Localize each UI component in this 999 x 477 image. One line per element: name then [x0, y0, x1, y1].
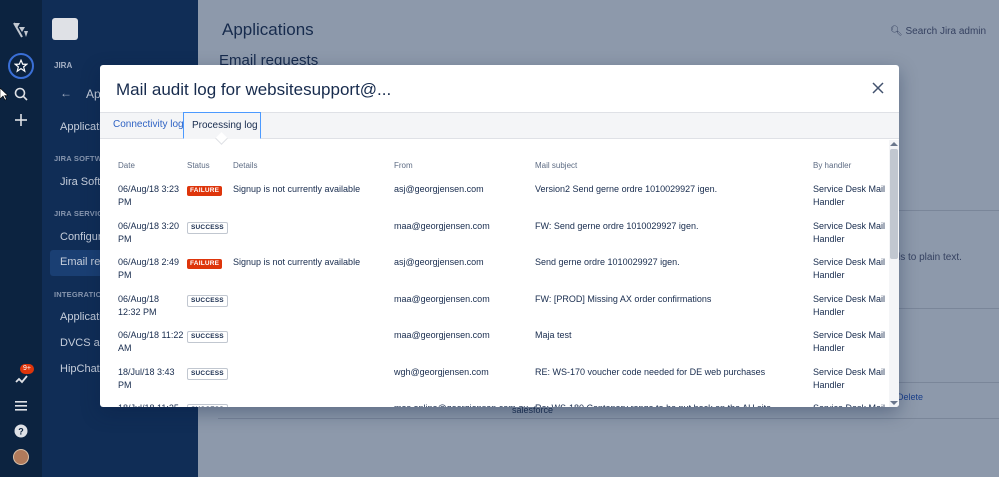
- help-icon[interactable]: ?: [0, 421, 42, 441]
- status-badge: SUCCESS: [187, 404, 228, 407]
- row-subject: FW: [PROD] Missing AX order confirmation…: [535, 294, 712, 304]
- status-badge: SUCCESS: [187, 368, 228, 380]
- scroll-thumb[interactable]: [890, 149, 898, 259]
- plain-text-fragment: ls to plain text.: [898, 252, 962, 263]
- close-icon[interactable]: [871, 81, 885, 95]
- starred-icon[interactable]: [0, 52, 42, 80]
- table-row: 06/Aug/18 12:32 PM SUCCESS maa@georgjensen…: [100, 293, 888, 329]
- create-icon[interactable]: [0, 110, 42, 130]
- row-status: FAILURE: [187, 256, 223, 269]
- dialog-title: Mail audit log for websitesupport@...: [116, 80, 392, 99]
- jira-logo-icon[interactable]: [0, 16, 42, 44]
- row-subject: RE: WS-170 voucher code needed for DE we…: [535, 367, 766, 377]
- row-status: SUCCESS: [187, 366, 228, 380]
- status-badge: FAILURE: [187, 186, 223, 196]
- row-from: asj@georgjensen.com: [394, 257, 484, 267]
- processing-log-table: Date Status Details From Mail subject By…: [100, 140, 888, 407]
- row-details: Signup is not currently available: [233, 184, 361, 194]
- column-header-date: Date: [118, 161, 135, 170]
- mail-audit-log-dialog: Mail audit log for websitesupport@... Co…: [100, 65, 899, 407]
- row-details: Signup is not currently available: [233, 257, 361, 267]
- divider: [218, 418, 999, 419]
- table-row: 18/Jul/18 11:25SUCCESS mas.online@georgje…: [100, 402, 888, 407]
- row-handler: Service Desk Mail Handler: [813, 330, 886, 353]
- page-title: Applications: [222, 20, 314, 39]
- row-status: SUCCESS: [187, 293, 228, 307]
- row-subject: FW: Send gerne ordre 1010029927 igen.: [535, 221, 699, 231]
- row-status: SUCCESS: [187, 220, 228, 234]
- row-subject: Re: WS-180 Centenary range to be put bac…: [535, 402, 771, 407]
- search-jira-admin-label: Search Jira admin: [905, 26, 987, 37]
- row-handler: Service Desk Mail Handler: [813, 257, 886, 280]
- dialog-tabs: Connectivity log Processing log: [100, 112, 899, 139]
- row-handler: Service Desk Mail: [813, 402, 888, 407]
- row-from: asj@georgjensen.com: [394, 184, 484, 194]
- column-header-status: Status: [187, 161, 210, 170]
- column-header-handler: By handler: [813, 161, 852, 170]
- svg-text:?: ?: [18, 427, 24, 437]
- global-nav: 9+ ?: [0, 0, 42, 477]
- tab-connectivity-log[interactable]: Connectivity log: [105, 112, 192, 139]
- row-date: 06/Aug/18 3:20 PM: [118, 221, 180, 244]
- status-badge: SUCCESS: [187, 331, 228, 343]
- row-subject: Maja test: [535, 330, 572, 340]
- row-from: maa@georgjensen.com: [394, 221, 490, 231]
- table-row: 06/Aug/18 2:49 PM FAILURE Signup is not cu…: [100, 256, 888, 292]
- scroll-up-icon[interactable]: [890, 142, 898, 146]
- divider: [898, 382, 999, 383]
- back-arrow-icon[interactable]: ←: [60, 86, 72, 100]
- status-badge: FAILURE: [187, 259, 223, 269]
- sidebar-heading-jira: JIRA: [54, 61, 73, 70]
- scroll-down-icon[interactable]: [890, 401, 898, 405]
- salesforce-fragment: salesforce: [512, 405, 554, 415]
- row-date: 18/Jul/18 11:25: [118, 402, 184, 407]
- divider: [898, 308, 999, 309]
- dialog-scrollbar[interactable]: [889, 140, 899, 407]
- column-header-details: Details: [233, 161, 258, 170]
- row-date: 06/Aug/18 11:22 AM: [118, 330, 184, 353]
- column-header-from: From: [394, 161, 413, 170]
- row-date: 06/Aug/18 2:49 PM: [118, 257, 180, 280]
- table-row: 06/Aug/18 11:22 AM SUCCESS maa@georgjensen…: [100, 329, 888, 365]
- status-badge: SUCCESS: [187, 222, 228, 234]
- row-status: SUCCESS: [187, 402, 228, 407]
- row-from: mas.online@georgjensen.com.au: [394, 402, 528, 407]
- notifications-icon[interactable]: 9+: [0, 364, 42, 388]
- search-icon: 🔍︎: [890, 26, 903, 37]
- delete-link[interactable]: Delete: [897, 392, 923, 402]
- row-date: 18/Jul/18 3:43 PM: [118, 367, 175, 390]
- row-handler: Service Desk Mail Handler: [813, 184, 886, 207]
- menu-icon[interactable]: [0, 396, 42, 416]
- table-row: 06/Aug/18 3:20 PM SUCCESS maa@georgjensen.…: [100, 220, 888, 256]
- status-badge: SUCCESS: [187, 295, 228, 307]
- row-date: 06/Aug/18 12:32 PM: [118, 294, 160, 317]
- row-date: 06/Aug/18 3:23 PM: [118, 184, 180, 207]
- row-status: FAILURE: [187, 183, 223, 196]
- row-handler: Service Desk Mail Handler: [813, 294, 886, 317]
- tab-processing-log[interactable]: Processing log: [183, 112, 261, 139]
- row-from: wgh@georgjensen.com: [394, 367, 489, 377]
- table-row: 06/Aug/18 3:23 PM FAILURE Signup is not cu…: [100, 183, 888, 219]
- profile-avatar[interactable]: [0, 447, 42, 467]
- row-from: maa@georgjensen.com: [394, 330, 490, 340]
- notification-badge: 9+: [20, 364, 34, 374]
- row-from: maa@georgjensen.com: [394, 294, 490, 304]
- jira-avatar: [52, 18, 78, 40]
- column-header-subject: Mail subject: [535, 161, 578, 170]
- table-row: 18/Jul/18 3:43 PM SUCCESS wgh@georgjensen.…: [100, 366, 888, 402]
- row-subject: Send gerne ordre 1010029927 igen.: [535, 257, 680, 267]
- search-jira-admin[interactable]: 🔍︎ Search Jira admin: [890, 26, 986, 37]
- mouse-cursor-icon: [0, 87, 9, 104]
- row-handler: Service Desk Mail Handler: [813, 367, 886, 390]
- row-subject: Version2 Send gerne ordre 1010029927 ige…: [535, 184, 718, 194]
- row-handler: Service Desk Mail Handler: [813, 221, 886, 244]
- row-status: SUCCESS: [187, 329, 228, 343]
